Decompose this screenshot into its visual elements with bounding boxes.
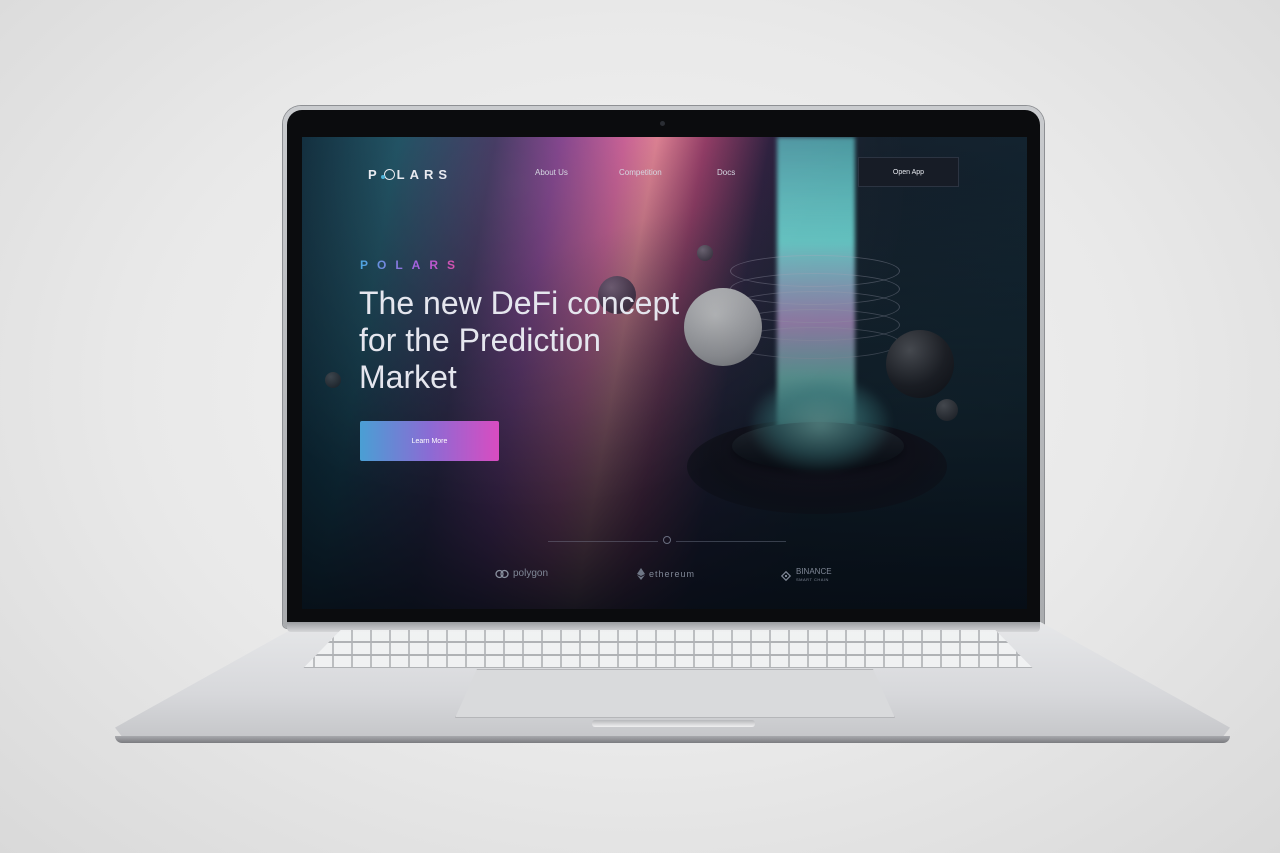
nav-link-docs[interactable]: Docs: [717, 168, 735, 177]
laptop-screen: P LARS About Us Competition Docs Open App…: [302, 137, 1027, 609]
webcam-icon: [660, 121, 665, 126]
polars-logo[interactable]: P LARS: [368, 167, 452, 182]
partner-name: polygon: [513, 568, 549, 579]
partner-name: BINANCE: [796, 567, 832, 576]
divider-line: [548, 541, 658, 542]
divider-line: [676, 541, 786, 542]
hero-headline: The new DeFi concept for the Prediction …: [359, 285, 680, 395]
logo-orbit-icon: [380, 169, 395, 180]
ethereum-icon: [637, 568, 645, 580]
open-app-button[interactable]: Open App: [858, 157, 959, 187]
partner-ethereum: ethereum: [637, 568, 695, 580]
polygon-icon: [495, 569, 509, 578]
hero-kicker: POLARS: [360, 258, 465, 272]
laptop-front-edge: [115, 736, 1230, 743]
partner-polygon: polygon: [495, 568, 548, 579]
binance-icon: [780, 570, 792, 582]
nav-link-about-us[interactable]: About Us: [535, 168, 568, 177]
top-navigation: P LARS About Us Competition Docs Open App: [302, 137, 1027, 209]
nav-link-competition[interactable]: Competition: [619, 168, 662, 177]
partner-name: ethereum: [649, 569, 696, 579]
partner-subtext: SMART CHAIN: [796, 577, 829, 582]
keyboard-rows: [303, 630, 1033, 668]
trackpad: [455, 669, 895, 718]
lid-notch: [592, 720, 755, 727]
partner-binance: BINANCE SMART CHAIN: [780, 568, 832, 584]
scroll-indicator-icon[interactable]: [663, 536, 671, 544]
learn-more-button[interactable]: Learn More: [360, 421, 499, 461]
